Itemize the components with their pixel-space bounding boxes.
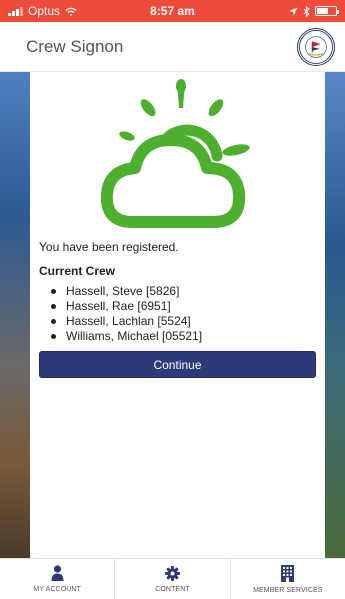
crew-list-item: Williams, Michael [05521] <box>51 329 316 344</box>
page-title: Crew Signon <box>26 36 124 56</box>
crew-list-item: Hassell, Rae [6951] <box>51 299 316 314</box>
gear-icon <box>164 565 180 581</box>
crew-member-name: Hassell, Lachlan [5524] <box>66 314 191 328</box>
status-left: Optus <box>8 4 77 18</box>
signon-card: You have been registered. Current Crew H… <box>30 72 325 558</box>
nav-label-content: CONTENT <box>155 585 190 593</box>
bottom-nav: MY ACCOUNT CONTENT MEMBER SERVICES <box>0 558 345 599</box>
status-bar: Optus 8:57 am <box>0 0 345 22</box>
building-icon <box>281 564 295 582</box>
location-arrow-icon <box>289 7 298 15</box>
status-right <box>289 5 339 17</box>
carrier-name: Optus <box>28 4 61 18</box>
background-photo-left <box>0 72 30 558</box>
crew-list-item: Hassell, Lachlan [5524] <box>51 314 316 329</box>
battery-icon <box>315 6 339 16</box>
crew-list-item: Hassell, Steve [5826] <box>51 284 316 299</box>
bullet <box>51 289 56 294</box>
bullet <box>51 319 56 324</box>
crew-list: Hassell, Steve [5826] Hassell, Rae [6951… <box>39 284 316 344</box>
nav-item-content[interactable]: CONTENT <box>115 559 231 599</box>
wifi-icon <box>65 7 77 16</box>
registered-message: You have been registered. <box>39 240 179 254</box>
nav-label-my-account: MY ACCOUNT <box>33 586 81 593</box>
crew-member-name: Hassell, Steve [5826] <box>66 284 180 298</box>
nav-label-member-services: MEMBER SERVICES <box>253 586 323 594</box>
background-photo-right <box>325 72 345 558</box>
bluetooth-icon <box>303 5 310 17</box>
person-icon <box>51 565 64 581</box>
crew-member-name: Hassell, Rae [6951] <box>66 299 171 313</box>
crew-heading: Current Crew <box>39 264 116 278</box>
club-logo[interactable] <box>297 27 335 66</box>
nav-item-member-services[interactable]: MEMBER SERVICES <box>231 559 345 599</box>
battery-fill <box>317 8 328 14</box>
signal-icon <box>8 6 23 16</box>
bullet <box>51 334 56 339</box>
sun-cloud-icon <box>100 79 250 228</box>
crew-member-name: Williams, Michael [05521] <box>66 329 203 343</box>
bullet <box>51 304 56 309</box>
club-logo-emblem <box>298 29 334 64</box>
app-header: Crew Signon <box>0 22 345 72</box>
continue-button[interactable]: Continue <box>39 351 316 378</box>
nav-item-my-account[interactable]: MY ACCOUNT <box>0 559 116 599</box>
